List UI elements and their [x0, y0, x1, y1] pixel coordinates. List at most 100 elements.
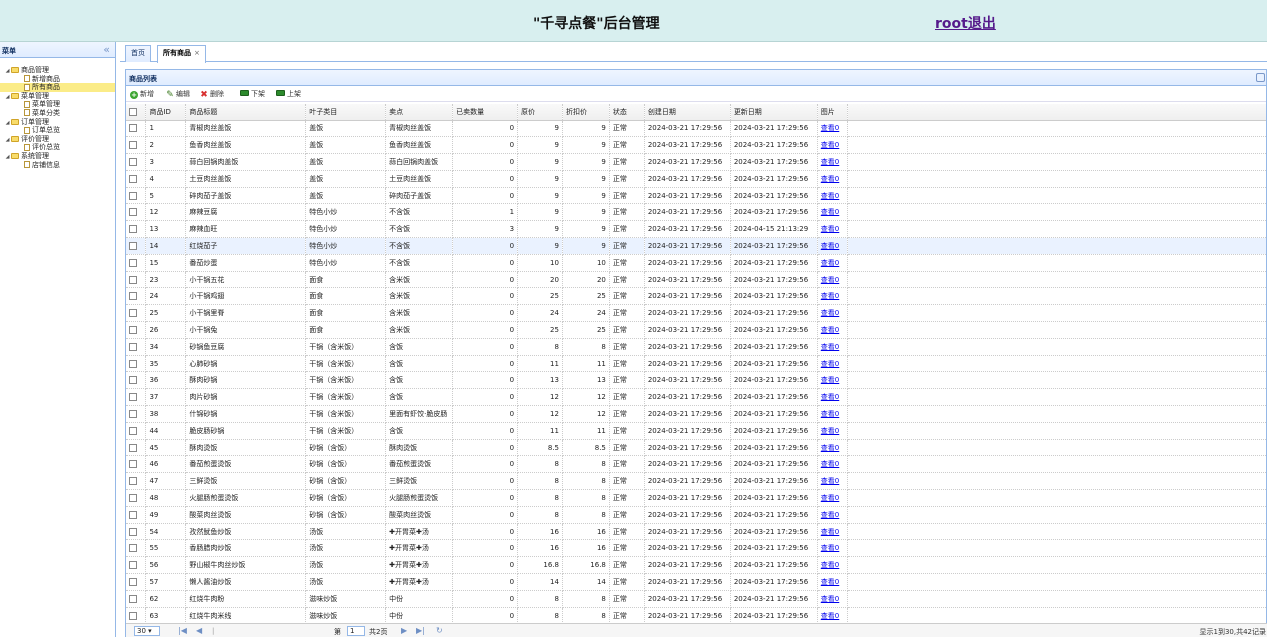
online-button[interactable]: 上架 — [276, 89, 301, 99]
view-image-link[interactable]: 查看0 — [821, 225, 839, 233]
checkbox[interactable] — [129, 477, 137, 486]
tree-item[interactable]: 评价总览 — [0, 143, 115, 152]
view-image-link[interactable]: 查看0 — [821, 292, 839, 300]
column-header[interactable]: 商品标题 — [185, 104, 307, 121]
tree-item[interactable]: 新增商品 — [0, 75, 115, 84]
view-image-link[interactable]: 查看0 — [821, 494, 839, 502]
view-image-link[interactable]: 查看0 — [821, 175, 839, 183]
table-row[interactable]: 23 小干锅五花 面食 含米饭 0 20 20 正常 2024-03-21 17:29:56 20… — [126, 271, 1266, 289]
table-row[interactable]: 3 蒜白回锅肉盖饭 盖饭 蒜白回锅肉盖饭 0 9 9 正常 2024-03-21 17:29:5… — [126, 153, 1266, 171]
table-row[interactable]: 55 香肠腊肉炒饭 汤饭 ✚开胃菜✚汤 0 16 16 正常 2024-03-21 17:29:… — [126, 539, 1266, 558]
row-checkbox-cell[interactable] — [126, 489, 147, 507]
row-checkbox-cell[interactable] — [126, 405, 147, 423]
logout-link[interactable]: root退出 — [935, 13, 996, 33]
row-checkbox-cell[interactable] — [126, 338, 147, 356]
view-image-link[interactable]: 查看0 — [821, 208, 839, 216]
column-header[interactable]: 原价 — [517, 104, 563, 121]
row-checkbox-cell[interactable] — [126, 439, 147, 457]
checkbox[interactable] — [129, 124, 137, 133]
checkbox[interactable] — [129, 157, 137, 166]
checkbox[interactable] — [129, 141, 137, 150]
table-row[interactable]: 37 肉片砂锅 干锅（含米饭） 含饭 0 12 12 正常 2024-03-21 17:29:5… — [126, 388, 1266, 407]
row-checkbox-cell[interactable] — [126, 523, 147, 541]
view-image-link[interactable]: 查看0 — [821, 309, 839, 317]
table-row[interactable]: 15 番茄炒蛋 特色小炒 不含饭 0 10 10 正常 2024-03-21 17:29:56 2… — [126, 254, 1266, 272]
checkbox[interactable] — [129, 107, 137, 116]
row-checkbox-cell[interactable] — [126, 271, 147, 289]
tree-item[interactable]: 菜单分类 — [0, 109, 115, 118]
row-checkbox-cell[interactable] — [126, 539, 147, 558]
checkbox[interactable] — [129, 225, 137, 234]
table-row[interactable]: 2 鱼香肉丝盖饭 盖饭 鱼香肉丝盖饭 0 9 9 正常 2024-03-21 17:29:56 2… — [126, 136, 1266, 155]
row-checkbox-cell[interactable] — [126, 371, 147, 390]
page-size-select[interactable]: 30 ▾ — [134, 626, 160, 636]
checkbox[interactable] — [129, 275, 137, 284]
view-image-link[interactable]: 查看0 — [821, 276, 839, 284]
view-image-link[interactable]: 查看0 — [821, 544, 839, 552]
maximize-icon[interactable] — [1256, 73, 1265, 82]
checkbox[interactable] — [129, 174, 137, 183]
delete-button[interactable]: ✖ 删除 — [200, 89, 224, 100]
table-row[interactable]: 44 脆皮肠砂锅 干锅（含米饭） 含饭 0 11 11 正常 2024-03-21 17:29:… — [126, 422, 1266, 440]
row-checkbox-cell[interactable] — [126, 304, 147, 323]
checkbox[interactable] — [129, 359, 137, 368]
tab-home[interactable]: 首页 — [125, 45, 151, 62]
checkbox[interactable] — [129, 393, 137, 402]
view-image-link[interactable]: 查看0 — [821, 578, 839, 586]
view-image-link[interactable]: 查看0 — [821, 511, 839, 519]
row-checkbox-cell[interactable] — [126, 287, 147, 306]
column-header[interactable]: 商品ID — [145, 104, 187, 121]
column-header[interactable]: 创建日期 — [644, 104, 731, 121]
add-button[interactable]: + 新增 — [130, 89, 154, 99]
row-checkbox-cell[interactable] — [126, 187, 147, 205]
checkbox[interactable] — [129, 577, 137, 586]
row-checkbox-cell[interactable] — [126, 220, 147, 239]
checkbox[interactable] — [129, 611, 137, 620]
row-checkbox-cell[interactable] — [126, 472, 147, 491]
table-row[interactable]: 46 番茄煎蛋烫饭 砂锅（含饭） 番茄煎蛋烫饭 0 8 8 正常 2024-03-21 17:2… — [126, 455, 1266, 474]
view-image-link[interactable]: 查看0 — [821, 444, 839, 452]
table-row[interactable]: 38 什锦砂锅 干锅（含米饭） 里面有虾饺·脆皮肠 0 12 12 正常 2024-03-21 … — [126, 405, 1266, 423]
table-row[interactable]: 24 小干锅鸡翅 面食 含米饭 0 25 25 正常 2024-03-21 17:29:56 20… — [126, 287, 1266, 306]
column-header[interactable]: 图片 — [817, 104, 848, 121]
row-checkbox-cell[interactable] — [126, 203, 147, 222]
select-all-checkbox[interactable] — [126, 104, 147, 121]
checkbox[interactable] — [129, 594, 137, 603]
row-checkbox-cell[interactable] — [126, 355, 147, 373]
checkbox[interactable] — [129, 325, 137, 334]
checkbox[interactable] — [129, 544, 137, 553]
view-image-link[interactable]: 查看0 — [821, 528, 839, 536]
view-image-link[interactable]: 查看0 — [821, 477, 839, 485]
view-image-link[interactable]: 查看0 — [821, 410, 839, 418]
row-checkbox-cell[interactable] — [126, 321, 147, 339]
table-row[interactable]: 35 心肺砂锅 干锅（含米饭） 含饭 0 11 11 正常 2024-03-21 17:29:5… — [126, 355, 1266, 373]
table-row[interactable]: 45 酥肉烫饭 砂锅（含饭） 酥肉烫饭 0 8.5 8.5 正常 2024-03-21 17:2… — [126, 439, 1266, 457]
table-row[interactable]: 36 酥肉砂锅 干锅（含米饭） 含饭 0 13 13 正常 2024-03-21 17:29:5… — [126, 371, 1266, 390]
checkbox[interactable] — [129, 443, 137, 452]
row-checkbox-cell[interactable] — [126, 455, 147, 474]
tab-all-products[interactable]: 所有商品 × — [157, 45, 206, 63]
table-row[interactable]: 5 碎肉茄子盖饭 盖饭 碎肉茄子盖饭 0 9 9 正常 2024-03-21 17:29:56 2… — [126, 187, 1266, 205]
checkbox[interactable] — [129, 460, 137, 469]
view-image-link[interactable]: 查看0 — [821, 561, 839, 569]
row-checkbox-cell[interactable] — [126, 254, 147, 272]
table-row[interactable]: 4 土豆肉丝盖饭 盖饭 土豆肉丝盖饭 0 9 9 正常 2024-03-21 17:29:56 2… — [126, 170, 1266, 188]
table-row[interactable]: 1 青椒肉丝盖饭 盖饭 青椒肉丝盖饭 0 9 9 正常 2024-03-21 17:29:56 2… — [126, 120, 1266, 138]
tree-folder[interactable]: ◢ 系统管理 — [0, 152, 115, 161]
view-image-link[interactable]: 查看0 — [821, 192, 839, 200]
checkbox[interactable] — [129, 258, 137, 267]
column-header[interactable]: 更新日期 — [730, 104, 818, 121]
column-header[interactable]: 叶子类目 — [305, 104, 387, 121]
tree-item[interactable]: 所有商品 — [0, 83, 115, 92]
row-checkbox-cell[interactable] — [126, 607, 147, 625]
table-row[interactable]: 62 红烧牛肉粉 滋味炒饭 中份 0 8 8 正常 2024-03-21 17:29:56 202… — [126, 590, 1266, 608]
checkbox[interactable] — [129, 309, 137, 318]
view-image-link[interactable]: 查看0 — [821, 158, 839, 166]
view-image-link[interactable]: 查看0 — [821, 259, 839, 267]
table-row[interactable]: 12 麻辣豆腐 特色小炒 不含饭 1 9 9 正常 2024-03-21 17:29:56 202… — [126, 203, 1266, 222]
row-checkbox-cell[interactable] — [126, 573, 147, 591]
table-row[interactable]: 26 小干锅兔 面食 含米饭 0 25 25 正常 2024-03-21 17:29:56 202… — [126, 321, 1266, 339]
checkbox[interactable] — [129, 292, 137, 301]
view-image-link[interactable]: 查看0 — [821, 326, 839, 334]
view-image-link[interactable]: 查看0 — [821, 141, 839, 149]
